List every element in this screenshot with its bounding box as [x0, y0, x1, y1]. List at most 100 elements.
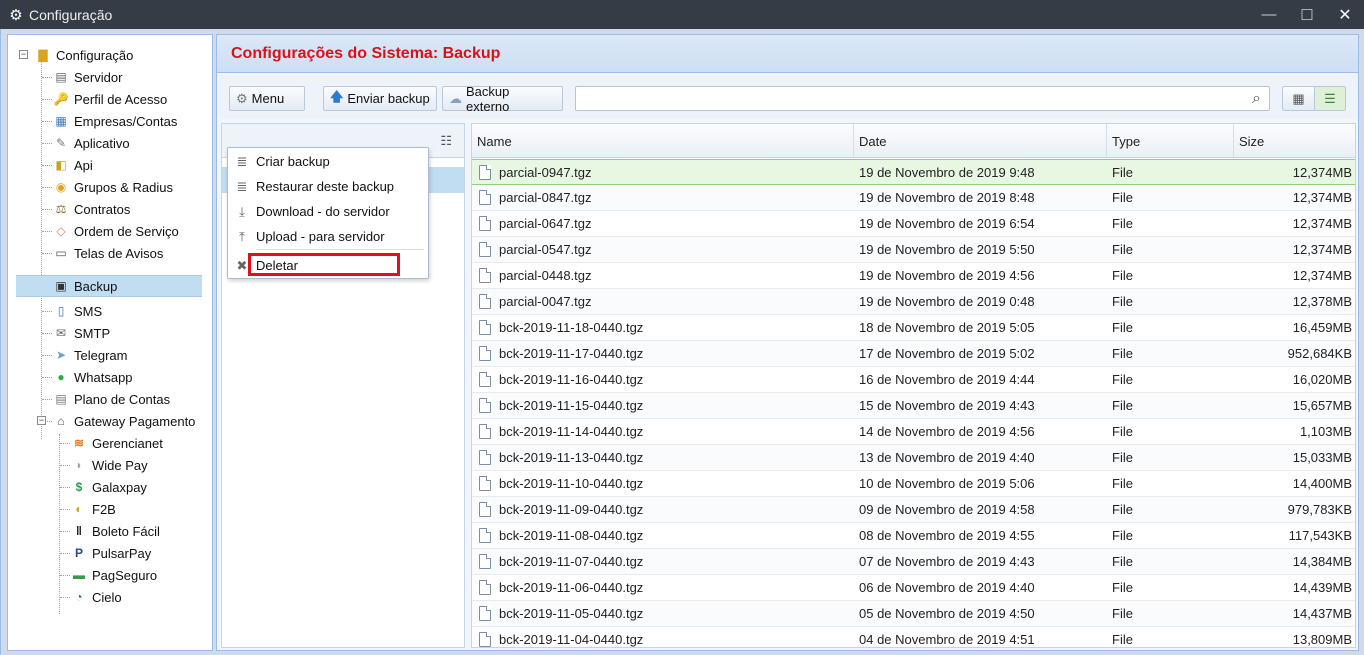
table-row[interactable]: parcial-0647.tgz 19 de Novembro de 2019 6… [472, 211, 1355, 237]
sidebar-item-cielo[interactable]: ◔ Cielo [70, 586, 210, 608]
sidebar-item-wide-pay[interactable]: ◗ Wide Pay [70, 454, 210, 476]
payment-gateway-icon: ⌂ [57, 414, 65, 428]
menu-item-upload-para-servidor[interactable]: ⤒ Upload - para servidor [228, 224, 428, 249]
list-view-icon[interactable]: ☰ [1313, 87, 1345, 110]
sidebar-item-galaxpay[interactable]: $ Galaxpay [70, 476, 210, 498]
file-icon [479, 580, 491, 595]
cell-name: bck-2019-11-10-0440.tgz [472, 471, 854, 496]
table-row[interactable]: parcial-0947.tgz 19 de Novembro de 2019 9… [472, 159, 1355, 185]
tree-branch-line [42, 399, 52, 400]
file-name: bck-2019-11-13-0440.tgz [499, 450, 644, 465]
app-icon: ✎ [55, 136, 67, 150]
gear-icon: ⚙ [9, 6, 23, 24]
close-button[interactable]: ✕ [1326, 0, 1364, 29]
cell-size: 12,374MB [1292, 216, 1352, 231]
sidebar-item-grupos-radius[interactable]: ◉ Grupos & Radius [52, 176, 210, 198]
table-row[interactable]: bck-2019-11-18-0440.tgz 18 de Novembro de… [472, 315, 1355, 341]
cell-type: File [1112, 320, 1133, 335]
sidebar-item-pagseguro[interactable]: ▬ PagSeguro [70, 564, 210, 586]
sidebar-item-empresas-contas[interactable]: ▦ Empresas/Contas [52, 110, 210, 132]
search-input[interactable]: ⌕ [575, 86, 1270, 111]
table-row[interactable]: bck-2019-11-07-0440.tgz 07 de Novembro de… [472, 549, 1355, 575]
sidebar-item-contratos[interactable]: ⚖ Contratos [52, 198, 210, 220]
sidebar-item-label: Api [74, 157, 93, 173]
cell-date: 19 de Novembro de 2019 4:56 [859, 268, 1035, 283]
table-row[interactable]: bck-2019-11-08-0440.tgz 08 de Novembro de… [472, 523, 1355, 549]
table-row[interactable]: bck-2019-11-17-0440.tgz 17 de Novembro de… [472, 341, 1355, 367]
tree-branch-line [42, 355, 52, 356]
table-row[interactable]: bck-2019-11-06-0440.tgz 06 de Novembro de… [472, 575, 1355, 601]
file-icon [479, 476, 491, 491]
sidebar-item-gerencianet[interactable]: ≋ Gerencianet [70, 432, 210, 454]
cell-size: 14,439MB [1292, 580, 1352, 595]
table-row[interactable]: bck-2019-11-13-0440.tgz 13 de Novembro de… [472, 445, 1355, 471]
column-header-date[interactable]: Date [854, 124, 1107, 158]
menu-item-label: Upload - para servidor [256, 229, 385, 244]
collapse-root-toggle[interactable]: − [19, 50, 28, 59]
file-name: parcial-0847.tgz [499, 190, 592, 205]
cell-date: 17 de Novembro de 2019 5:02 [859, 346, 1035, 361]
cell-date: 18 de Novembro de 2019 5:05 [859, 320, 1035, 335]
table-row[interactable]: parcial-0547.tgz 19 de Novembro de 2019 5… [472, 237, 1355, 263]
column-header-name[interactable]: Name [472, 124, 854, 158]
sidebar-item-perfil-de-acesso[interactable]: 🔑 Perfil de Acesso [52, 88, 210, 110]
companies-icon: ▦ [55, 114, 67, 128]
table-row[interactable]: parcial-0847.tgz 19 de Novembro de 2019 8… [472, 185, 1355, 211]
sort-icon[interactable]: ☷ [440, 133, 452, 149]
sidebar-item-whatsapp[interactable]: ● Whatsapp [52, 366, 210, 388]
search-icon[interactable]: ⌕ [1252, 90, 1261, 108]
collapse-gateway-toggle[interactable]: − [37, 416, 46, 425]
tree-branch-line [42, 209, 52, 210]
telegram-icon: ➤ [55, 348, 67, 362]
sms-icon: ▯ [57, 304, 65, 318]
menu-item-criar-backup[interactable]: ≣ Criar backup [228, 149, 428, 174]
sidebar-item-smtp[interactable]: ✉ SMTP [52, 322, 210, 344]
sidebar-item-servidor[interactable]: ▤ Servidor [52, 66, 210, 88]
tree-root-configuracao[interactable]: ▇ Configuração [34, 44, 204, 66]
file-name: bck-2019-11-08-0440.tgz [499, 528, 644, 543]
send-backup-button[interactable]: 🡅 Enviar backup [323, 86, 437, 111]
file-name: bck-2019-11-18-0440.tgz [499, 320, 644, 335]
table-row[interactable]: bck-2019-11-10-0440.tgz 10 de Novembro de… [472, 471, 1355, 497]
sidebar-item-label: PagSeguro [92, 567, 158, 583]
sidebar-item-api[interactable]: ◧ Api [52, 154, 210, 176]
table-row[interactable]: bck-2019-11-15-0440.tgz 15 de Novembro de… [472, 393, 1355, 419]
sidebar-item-boleto-f-cil[interactable]: ‖ Boleto Fácil [70, 520, 210, 542]
menu-button[interactable]: ⚙ Menu [229, 86, 305, 111]
table-row[interactable]: bck-2019-11-16-0440.tgz 16 de Novembro de… [472, 367, 1355, 393]
gear-icon: ⚙ [236, 90, 248, 106]
sidebar-item-plano-de-contas[interactable]: ▤ Plano de Contas [52, 388, 210, 410]
sidebar-item-backup[interactable]: ▣ Backup [16, 275, 202, 297]
sidebar-item-gateway-pagamento[interactable]: ⌂ Gateway Pagamento [52, 410, 210, 432]
minimize-button[interactable]: — [1250, 0, 1288, 29]
sidebar-item-sms[interactable]: ▯ SMS [52, 300, 210, 322]
table-row[interactable]: bck-2019-11-04-0440.tgz 04 de Novembro de… [472, 627, 1355, 647]
grid-view-icon[interactable]: ▦ [1283, 87, 1314, 110]
column-header-type[interactable]: Type [1107, 124, 1234, 158]
sidebar-item-pulsarpay[interactable]: P PulsarPay [70, 542, 210, 564]
sidebar-item-aplicativo[interactable]: ✎ Aplicativo [52, 132, 210, 154]
table-row[interactable]: bck-2019-11-14-0440.tgz 14 de Novembro de… [472, 419, 1355, 445]
window-titlebar: ⚙ Configuração — ☐ ✕ [0, 0, 1364, 29]
sidebar-item-telas-de-avisos[interactable]: ▭ Telas de Avisos [52, 242, 210, 264]
cell-type: File [1112, 398, 1133, 413]
maximize-button[interactable]: ☐ [1288, 0, 1326, 29]
sidebar-item-telegram[interactable]: ➤ Telegram [52, 344, 210, 366]
tree-branch-line [42, 253, 52, 254]
menu-item-download-do-servidor[interactable]: ⤓ Download - do servidor [228, 199, 428, 224]
cell-size: 12,374MB [1292, 268, 1352, 283]
table-row[interactable]: parcial-0047.tgz 19 de Novembro de 2019 0… [472, 289, 1355, 315]
sidebar-item-label: Ordem de Serviço [74, 223, 179, 239]
sidebar-item-ordem-de-servi-o[interactable]: ◇ Ordem de Serviço [52, 220, 210, 242]
column-header-size[interactable]: Size [1234, 124, 1355, 158]
sidebar-item-label: Grupos & Radius [74, 179, 173, 195]
menu-item-restaurar-deste-backup[interactable]: ≣ Restaurar deste backup [228, 174, 428, 199]
sidebar-item-label: Telegram [74, 347, 128, 363]
sidebar-item-f2b[interactable]: ◐ F2B [70, 498, 210, 520]
table-row[interactable]: bck-2019-11-09-0440.tgz 09 de Novembro de… [472, 497, 1355, 523]
tree-branch-line [60, 443, 70, 444]
table-row[interactable]: parcial-0448.tgz 19 de Novembro de 2019 4… [472, 263, 1355, 289]
table-row[interactable]: bck-2019-11-05-0440.tgz 05 de Novembro de… [472, 601, 1355, 627]
download-icon: ⤓ [239, 203, 245, 219]
external-backup-button[interactable]: ☁ Backup externo [442, 84, 563, 114]
